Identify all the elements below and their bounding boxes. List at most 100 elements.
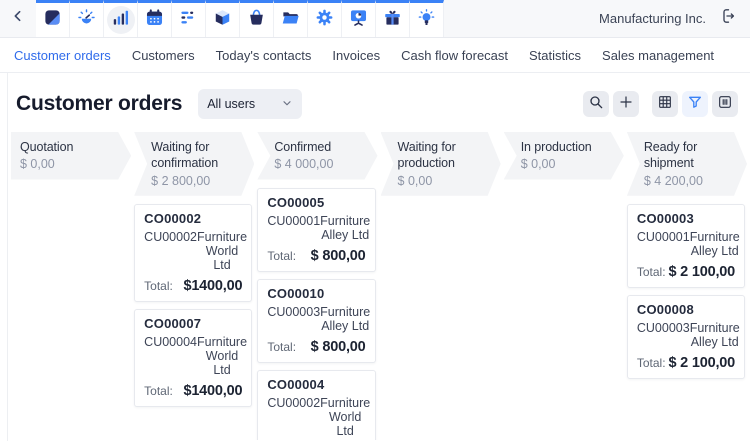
users-filter-dropdown[interactable]: All users — [198, 89, 302, 119]
order-card[interactable]: CO00003 CU00001 Furniture Alley Ltd Tota… — [627, 204, 745, 288]
top-app-bar: Manufacturing Inc. — [0, 0, 750, 38]
nav-customers[interactable]: Customers — [132, 48, 195, 63]
column-name: Waiting for production — [398, 139, 486, 172]
app-tab-inventory[interactable] — [206, 0, 240, 37]
customer-id: CU00001 — [637, 230, 690, 258]
page-header: Customer orders All users — [8, 73, 750, 132]
total-label: Total: — [144, 279, 173, 293]
page-title: Customer orders — [16, 92, 182, 116]
nav-invoices[interactable]: Invoices — [332, 48, 380, 63]
logout-button[interactable] — [718, 7, 736, 30]
column-amount: $ 0,00 — [521, 156, 609, 172]
order-id: CO00007 — [144, 317, 242, 331]
kanban-column-header[interactable]: Waiting for confirmation $ 2 800,00 — [134, 132, 254, 196]
total-amount: $1400,00 — [183, 383, 242, 399]
column-name: Confirmed — [274, 139, 362, 155]
customer-name: Furniture Alley Ltd — [320, 214, 370, 242]
company-name: Manufacturing Inc. — [599, 11, 706, 26]
kanban-view-icon — [717, 94, 733, 115]
app-tab-logo[interactable] — [36, 0, 70, 37]
kanban-view-button[interactable] — [712, 91, 738, 117]
filter-funnel-icon — [687, 94, 703, 115]
nav-todays-contacts[interactable]: Today's contacts — [216, 48, 312, 63]
customer-name: Furniture World Ltd — [197, 335, 247, 377]
app-tab-reports[interactable] — [342, 0, 376, 37]
order-card[interactable]: CO00005 CU00001 Furniture Alley Ltd Tota… — [257, 188, 375, 272]
kanban-column-header[interactable]: Confirmed $ 4 000,00 — [257, 132, 377, 180]
column-name: Ready for shipment — [644, 139, 732, 172]
column-name: Waiting for confirmation — [151, 139, 239, 172]
kanban-column-header[interactable]: Quotation $ 0,00 — [11, 132, 131, 180]
kanban-column-header[interactable]: Waiting for production $ 0,00 — [381, 132, 501, 196]
customer-name: Furniture World Ltd — [197, 230, 247, 272]
main-content: Customer orders All users — [7, 73, 750, 441]
total-label: Total: — [144, 384, 173, 398]
chevron-down-icon — [281, 97, 293, 112]
add-button[interactable] — [613, 91, 639, 117]
total-amount: $ 2 100,00 — [668, 355, 735, 371]
chevron-left-icon — [10, 8, 26, 29]
order-id: CO00005 — [267, 196, 365, 210]
customer-name: Furniture World Ltd — [320, 396, 370, 438]
order-id: CO00004 — [267, 378, 365, 392]
column-amount: $ 0,00 — [398, 173, 486, 189]
customer-id: CU00003 — [267, 305, 320, 333]
search-icon — [588, 94, 604, 115]
order-id: CO00002 — [144, 212, 242, 226]
order-card[interactable]: CO00007 CU00004 Furniture World Ltd Tota… — [134, 309, 252, 407]
app-tab-strip — [36, 0, 444, 37]
column-cards: CO00003 CU00001 Furniture Alley Ltd Tota… — [627, 204, 750, 379]
column-cards: CO00005 CU00001 Furniture Alley Ltd Tota… — [257, 188, 380, 441]
column-confirmed: Confirmed $ 4 000,00 CO00005 CU00001 Fur… — [257, 132, 380, 440]
app-tab-calendar[interactable] — [138, 0, 172, 37]
column-name: In production — [521, 139, 609, 155]
app-tab-ideas[interactable] — [410, 0, 444, 37]
order-card[interactable]: CO00004 CU00002 Furniture World Ltd Tota… — [257, 370, 375, 441]
column-in-production: In production $ 0,00 — [504, 132, 627, 440]
table-view-button[interactable] — [652, 91, 678, 117]
app-tab-settings[interactable] — [308, 0, 342, 37]
total-label: Total: — [637, 356, 666, 370]
order-id: CO00008 — [637, 303, 735, 317]
customer-id: CU00003 — [637, 321, 690, 349]
column-amount: $ 4 200,00 — [644, 173, 732, 189]
column-waiting-for-production: Waiting for production $ 0,00 — [381, 132, 504, 440]
back-button[interactable] — [0, 0, 36, 37]
logout-door-arrow-icon — [718, 7, 736, 30]
app-tab-purchases[interactable] — [240, 0, 274, 37]
plus-icon — [618, 94, 634, 115]
app-tab-rewards[interactable] — [376, 0, 410, 37]
column-name: Quotation — [20, 139, 116, 155]
kanban-board: Quotation $ 0,00 Waiting for confirmatio… — [8, 132, 750, 440]
customer-name: Furniture Alley Ltd — [320, 305, 370, 333]
app-tab-dashboard[interactable] — [70, 0, 104, 37]
order-card[interactable]: CO00010 CU00003 Furniture Alley Ltd Tota… — [257, 279, 375, 363]
kanban-column-header[interactable]: In production $ 0,00 — [504, 132, 624, 180]
customer-id: CU00002 — [267, 396, 320, 438]
total-amount: $ 800,00 — [311, 339, 366, 355]
search-button[interactable] — [583, 91, 609, 117]
app-tab-statistics-active[interactable] — [104, 0, 138, 37]
kanban-column-header[interactable]: Ready for shipment $ 4 200,00 — [627, 132, 747, 196]
toolbar — [583, 91, 738, 117]
total-label: Total: — [267, 340, 296, 354]
app-tab-planning[interactable] — [172, 0, 206, 37]
order-id: CO00003 — [637, 212, 735, 226]
nav-customer-orders[interactable]: Customer orders — [14, 48, 111, 63]
nav-statistics[interactable]: Statistics — [529, 48, 581, 63]
customer-id: CU00004 — [144, 335, 197, 377]
table-view-icon — [657, 94, 673, 115]
nav-sales-management[interactable]: Sales management — [602, 48, 714, 63]
column-amount: $ 0,00 — [20, 156, 116, 172]
column-waiting-for-confirmation: Waiting for confirmation $ 2 800,00 CO00… — [134, 132, 257, 440]
nav-cash-flow-forecast[interactable]: Cash flow forecast — [401, 48, 508, 63]
app-tab-documents[interactable] — [274, 0, 308, 37]
filter-button[interactable] — [682, 91, 708, 117]
column-quotation: Quotation $ 0,00 — [11, 132, 134, 440]
column-cards: CO00002 CU00002 Furniture World Ltd Tota… — [134, 204, 257, 407]
total-label: Total: — [267, 249, 296, 263]
order-card[interactable]: CO00002 CU00002 Furniture World Ltd Tota… — [134, 204, 252, 302]
order-card[interactable]: CO00008 CU00003 Furniture Alley Ltd Tota… — [627, 295, 745, 379]
column-ready-for-shipment: Ready for shipment $ 4 200,00 CO00003 CU… — [627, 132, 750, 440]
customer-id: CU00001 — [267, 214, 320, 242]
